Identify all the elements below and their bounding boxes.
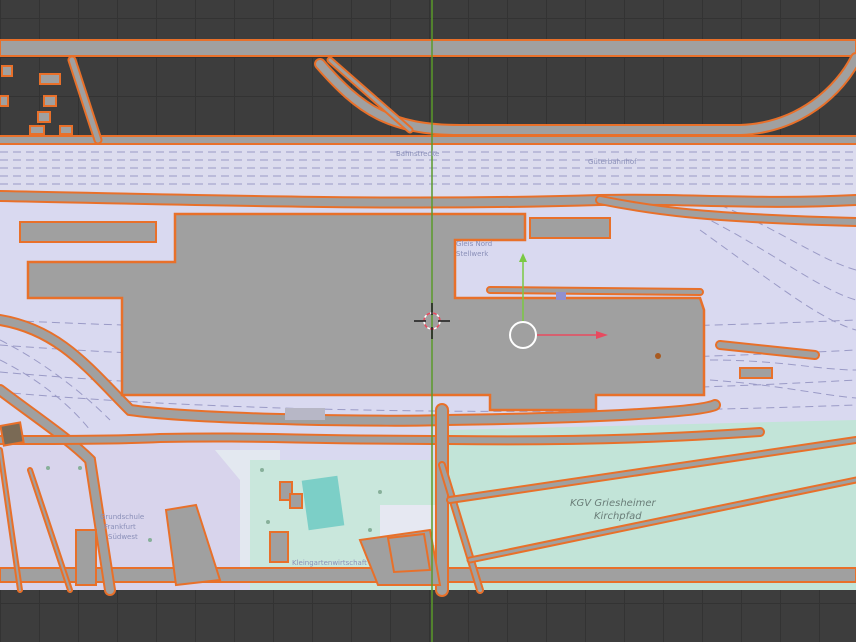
3d-viewport[interactable]: KGV Griesheimer Kirchpfad Grundschule Fr… [0, 0, 856, 642]
platform-stub [285, 408, 325, 420]
marker-square [556, 292, 566, 300]
school-label-line1: Grundschule [100, 513, 145, 521]
pool-shape [301, 475, 345, 531]
upper-roads [0, 52, 856, 145]
small-shed [739, 367, 773, 379]
square-tile [0, 421, 25, 447]
platform-mesh [19, 221, 157, 243]
top-band-mesh [0, 39, 856, 57]
rail-corridor-top [0, 140, 856, 200]
annex-building [529, 217, 611, 239]
rail-small-label-1: Bahnstrecke [396, 150, 440, 158]
school-label-line2: Frankfurt [104, 523, 136, 531]
allotment-label: Kleingartenwirtschaft [292, 559, 367, 567]
school-label-line3: Südwest [108, 533, 138, 541]
buildings-top-left [0, 65, 73, 135]
tower-small-label: Stellwerk [456, 250, 489, 258]
cemetery-label-line1: KGV Griesheimer [570, 498, 656, 509]
station-small-label: Gleis Nord [456, 240, 493, 248]
rail-small-label-2: Güterbahnhof [588, 158, 637, 166]
map-scene [0, 0, 856, 642]
marker-dot [655, 353, 661, 359]
cemetery-label-line2: Kirchpfad [594, 511, 642, 522]
